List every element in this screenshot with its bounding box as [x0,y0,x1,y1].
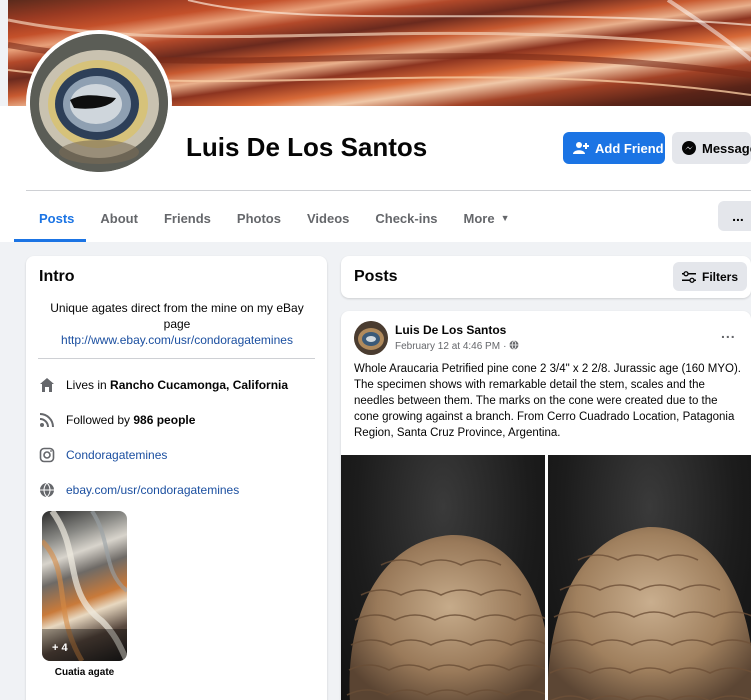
post-meta: February 12 at 4:46 PM · [395,340,519,353]
followers-count[interactable]: 986 people [133,413,195,427]
intro-title: Intro [39,268,75,285]
intro-website: ebay.com/usr/condoragatemines [38,481,239,499]
posts-section-title: Posts [354,268,398,285]
post-text: Whole Araucaria Petrified pine cone 2 3/… [354,363,741,439]
add-friend-icon [573,141,589,155]
home-icon [38,376,56,394]
header-divider [26,190,751,191]
post-author-avatar[interactable] [354,321,388,355]
more-options-button[interactable]: ... [718,201,751,231]
intro-divider [38,358,315,359]
tab-photos[interactable]: Photos [237,196,281,240]
globe-icon [38,481,56,499]
public-globe-icon [509,340,519,353]
tab-more[interactable]: More ▼ [464,196,510,240]
post-options-button[interactable]: ... [721,325,736,341]
add-friend-label: Add Friend [595,140,664,156]
post-author-name[interactable]: Luis De Los Santos [395,323,506,337]
add-friend-button[interactable]: Add Friend [563,132,665,164]
post-photo-2[interactable] [547,455,751,700]
profile-name: Luis De Los Santos [186,132,428,162]
message-label: Message [702,140,751,156]
intro-bio-link[interactable]: http://www.ebay.com/usr/condoragatemines [38,333,316,347]
post-date[interactable]: February 12 at 4:46 PM [395,341,500,352]
caret-down-icon: ▼ [500,213,510,223]
filters-button[interactable]: Filters [673,262,747,291]
featured-collection[interactable]: + 4 [42,511,127,661]
tab-friends[interactable]: Friends [164,196,211,240]
message-button[interactable]: Message [672,132,751,164]
tab-videos[interactable]: Videos [307,196,349,240]
filters-icon [681,270,696,283]
tab-about[interactable]: About [100,196,138,240]
post-photos [341,455,751,700]
intro-card: Intro Unique agates direct from the mine… [26,256,327,700]
post-photo-1[interactable] [341,455,545,700]
tab-check-ins[interactable]: Check-ins [375,196,437,240]
featured-caption: Cuatia agate [54,667,115,678]
intro-bio: Unique agates direct from the mine on my… [50,301,304,331]
instagram-link[interactable]: Condoragatemines [66,448,167,462]
intro-followers: Followed by 986 people [38,411,195,429]
tab-posts[interactable]: Posts [13,196,87,242]
filters-label: Filters [701,269,738,284]
website-link[interactable]: ebay.com/usr/condoragatemines [66,483,239,497]
intro-lives-in: Lives in Rancho Cucamonga, California [38,376,288,394]
featured-count: + 4 [52,642,68,654]
rss-followers-icon [38,411,56,429]
profile-avatar[interactable] [26,30,172,176]
messenger-icon [682,141,696,155]
instagram-icon [38,446,56,464]
post-card: Luis De Los Santos February 12 at 4:46 P… [341,311,751,700]
profile-tabs: Posts About Friends Photos Videos Check-… [13,196,536,242]
intro-instagram: Condoragatemines [38,446,167,464]
lives-in-place[interactable]: Rancho Cucamonga, California [110,378,288,392]
posts-header-card: Posts Filters [341,256,751,298]
